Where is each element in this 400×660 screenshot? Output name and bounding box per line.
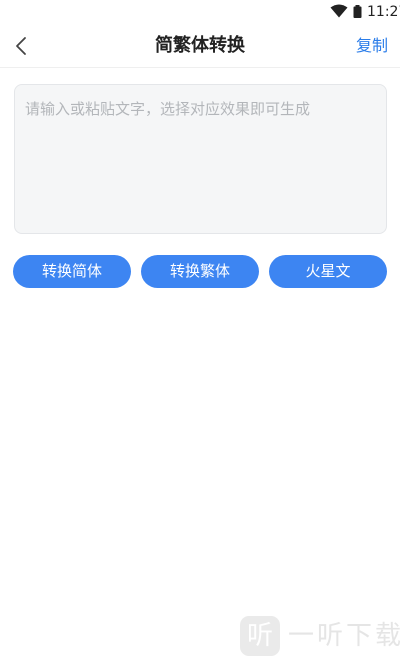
text-input[interactable]: [14, 84, 387, 234]
status-time: 11:27: [367, 4, 400, 20]
copy-button[interactable]: 复制: [356, 36, 388, 56]
watermark-text: 一听下载: [288, 621, 400, 651]
wifi-icon: [330, 4, 348, 18]
page-title: 简繁体转换: [155, 35, 245, 56]
mars-text-button[interactable]: 火星文: [269, 255, 387, 288]
watermark-logo-icon: 听: [240, 616, 280, 656]
battery-icon: [353, 5, 362, 18]
convert-traditional-button[interactable]: 转换繁体: [141, 255, 259, 288]
status-bar: 11:27: [0, 0, 400, 24]
convert-simplified-button[interactable]: 转换简体: [13, 255, 131, 288]
app-header: 简繁体转换 复制: [0, 24, 400, 68]
